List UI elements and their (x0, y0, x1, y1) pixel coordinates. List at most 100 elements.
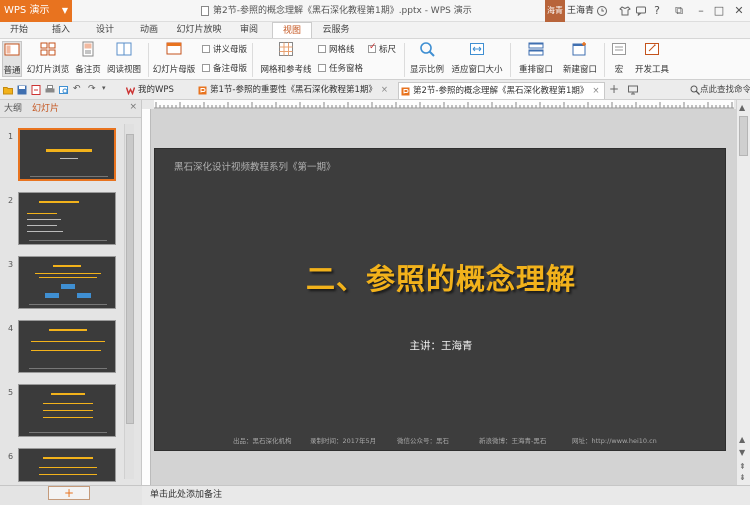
thumbnail-title-line (43, 457, 93, 459)
notes-page-icon (82, 41, 94, 57)
slide-sorter-label: 幻灯片浏览 (26, 65, 70, 75)
horizontal-ruler[interactable] (154, 100, 734, 109)
print-preview-icon[interactable] (59, 85, 69, 95)
notes-page-button[interactable]: 备注页 (74, 41, 102, 75)
new-window-button[interactable]: 新建窗口 (560, 41, 600, 75)
notes-placeholder[interactable]: 单击此处添加备注 (150, 486, 222, 505)
tab-design[interactable]: 设计 (90, 22, 120, 38)
tab-document-2-label: 第2节-参照的概念理解《黑石深化教程第1期》 (413, 86, 589, 96)
scroll-up-icon[interactable]: ▲ (739, 103, 745, 112)
close-tab-icon[interactable]: × (381, 85, 388, 95)
dev-tools-icon (645, 43, 659, 55)
tab-document-1[interactable]: 第1节-参照的重要性《黑石深化教程第1期》 × (196, 82, 392, 99)
scrollbar-thumb[interactable] (126, 134, 134, 424)
tab-my-wps[interactable]: 我的WPS (124, 82, 178, 99)
task-pane-checkbox[interactable]: 任务窗格 (318, 62, 363, 74)
tab-cloud-service[interactable]: 云服务 (318, 22, 354, 38)
save-icon[interactable] (17, 85, 27, 95)
close-panel-icon[interactable]: × (129, 102, 137, 112)
chevron-down-icon[interactable]: ▾ (102, 84, 106, 92)
shirt-icon[interactable] (619, 5, 631, 17)
help-icon[interactable]: ? (646, 0, 668, 22)
arrange-windows-button[interactable]: 重排窗口 (514, 41, 558, 75)
new-tab-button[interactable]: + (609, 82, 619, 96)
thumbnail-text-line (60, 158, 78, 159)
dev-tools-button[interactable]: 开发工具 (634, 41, 670, 75)
export-pdf-icon[interactable] (31, 85, 41, 95)
fit-window-icon (470, 43, 484, 55)
slide-thumbnail-2[interactable] (18, 192, 116, 245)
scrollbar-thumb[interactable] (739, 116, 748, 156)
add-slide-button[interactable]: + (48, 486, 90, 500)
prev-slide-icon[interactable]: ⇞ (739, 462, 746, 471)
print-icon[interactable] (45, 85, 55, 95)
tab-slideshow[interactable]: 幻灯片放映 (172, 22, 226, 38)
tab-outline[interactable]: 大纲 (4, 100, 22, 118)
thumbnail-title-line (39, 201, 79, 203)
ribbon-divider (148, 43, 149, 77)
grid-guides-button[interactable]: 网格和参考线 (258, 41, 314, 75)
folder-icon[interactable] (3, 85, 13, 95)
tab-animation[interactable]: 动画 (134, 22, 164, 38)
canvas-scrollbar[interactable]: ▲ ▲ ▼ ⇞ ⇟ (736, 100, 750, 485)
slide-thumbnail-6[interactable] (18, 448, 116, 482)
slides-panel: 大纲 幻灯片 × 1 2 3 4 5 6 (0, 100, 142, 485)
tab-slides[interactable]: 幻灯片 (32, 100, 59, 118)
app-menu-button[interactable]: WPS 演示 ▼ (0, 0, 72, 22)
tab-insert[interactable]: 插入 (46, 22, 76, 38)
gridlines-checkbox[interactable]: 网格线 (318, 43, 355, 55)
slide-series-text[interactable]: 黑石深化设计视频教程系列《第一期》 (174, 159, 336, 173)
search-icon[interactable] (690, 85, 700, 95)
thumbnail-footer-line (29, 368, 107, 369)
scroll-down-icon[interactable]: ▼ (739, 448, 745, 457)
tab-home[interactable]: 开始 (4, 22, 34, 38)
tab-review[interactable]: 审阅 (234, 22, 264, 38)
reading-view-button[interactable]: 阅读视图 (106, 41, 142, 75)
thumbnail-title-line (51, 393, 85, 395)
normal-view-icon (4, 43, 20, 56)
command-search-input[interactable]: 点此查找命令 (700, 83, 750, 95)
slide-number: 6 (8, 452, 14, 461)
macro-button[interactable]: 宏 (608, 41, 630, 75)
clock-icon[interactable] (596, 5, 608, 17)
slide-thumbnail-1[interactable] (18, 128, 116, 181)
handout-master-button[interactable]: 讲义母版 (202, 43, 247, 55)
slide-thumbnail-4[interactable] (18, 320, 116, 373)
monitor-icon[interactable] (628, 85, 638, 95)
slide-speaker[interactable]: 主讲：王海青 (155, 338, 727, 353)
ruler-ticks (154, 102, 734, 108)
redo-icon[interactable]: ↷ (88, 84, 96, 94)
notes-bar[interactable]: 单击此处添加备注 (142, 485, 750, 505)
next-slide-icon[interactable]: ⇟ (739, 473, 746, 482)
thumbnail-text-line (27, 225, 57, 226)
close-tab-icon[interactable]: × (592, 86, 599, 96)
notes-master-button[interactable]: 备注母版 (202, 62, 247, 74)
presentation-file-icon (401, 87, 410, 96)
slide-thumbnail-3[interactable] (18, 256, 116, 309)
vertical-ruler[interactable] (142, 109, 151, 485)
task-pane-check-icon (318, 64, 326, 72)
avatar[interactable]: 海青 (545, 0, 565, 22)
slides-scrollbar[interactable] (124, 124, 134, 479)
current-slide[interactable]: 黑石深化设计视频教程系列《第一期》 二、参照的概念理解 主讲：王海青 出品：黑石… (154, 148, 726, 451)
thumbnail-title-line (49, 329, 87, 331)
user-name[interactable]: 王海青 (567, 0, 594, 22)
slide-title[interactable]: 二、参照的概念理解 (155, 256, 727, 298)
slide-master-icon (166, 42, 182, 55)
fit-window-button[interactable]: 适应窗口大小 (450, 41, 504, 75)
slide-sorter-button[interactable]: 幻灯片浏览 (26, 41, 70, 75)
ruler-checkbox[interactable]: 标尺 (368, 42, 396, 55)
tab-my-wps-label: 我的WPS (138, 85, 174, 95)
restore-icon[interactable]: ⧉ (668, 0, 690, 22)
undo-icon[interactable]: ↶ (73, 84, 81, 94)
zoom-button[interactable]: 显示比例 (408, 41, 446, 75)
maximize-button[interactable]: □ (708, 0, 730, 22)
scroll-up-icon[interactable]: ▲ (739, 435, 745, 444)
close-button[interactable]: ✕ (728, 0, 750, 22)
thumbnail-text-line (43, 403, 93, 404)
tab-document-2[interactable]: 第2节-参照的概念理解《黑石深化教程第1期》 × (398, 82, 605, 99)
slide-thumbnail-5[interactable] (18, 384, 116, 437)
normal-view-button[interactable]: 普通 (2, 41, 22, 77)
tab-view[interactable]: 视图 (272, 22, 312, 38)
slide-master-button[interactable]: 幻灯片母版 (152, 41, 196, 75)
